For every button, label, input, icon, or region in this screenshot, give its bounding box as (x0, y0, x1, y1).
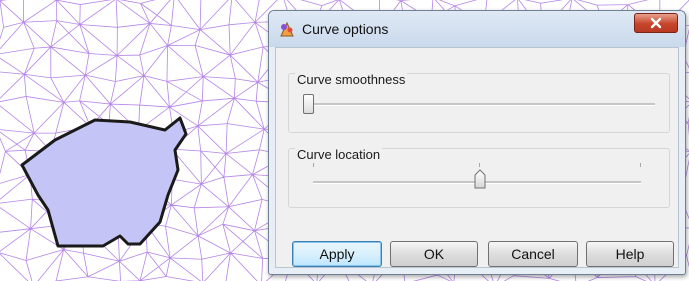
curve-smoothness-slider-thumb[interactable] (303, 94, 314, 114)
title-bar[interactable]: Curve options (269, 11, 685, 47)
close-icon (650, 17, 662, 29)
apply-button[interactable]: Apply (292, 241, 382, 267)
curve-location-group: Curve location (288, 147, 670, 208)
app-icon (280, 21, 294, 37)
close-button[interactable] (634, 13, 678, 33)
slider-tick-start (313, 163, 314, 167)
curve-location-label: Curve location (295, 147, 383, 162)
cancel-button[interactable]: Cancel (488, 241, 578, 267)
dialog-client-area: Curve smoothness Curve location Apply OK… (275, 47, 679, 268)
curve-smoothness-track[interactable] (303, 103, 655, 106)
ok-button[interactable]: OK (390, 241, 478, 267)
slider-tick-end (640, 163, 641, 167)
dialog-title: Curve options (302, 21, 389, 37)
slider-tick-middle (479, 163, 480, 167)
help-button[interactable]: Help (586, 241, 674, 267)
curve-location-slider-thumb[interactable] (474, 169, 486, 189)
curve-smoothness-group: Curve smoothness (288, 72, 670, 133)
curve-smoothness-label: Curve smoothness (295, 72, 408, 87)
curve-options-dialog: Curve options Curve smoothness Curve loc… (268, 10, 686, 275)
